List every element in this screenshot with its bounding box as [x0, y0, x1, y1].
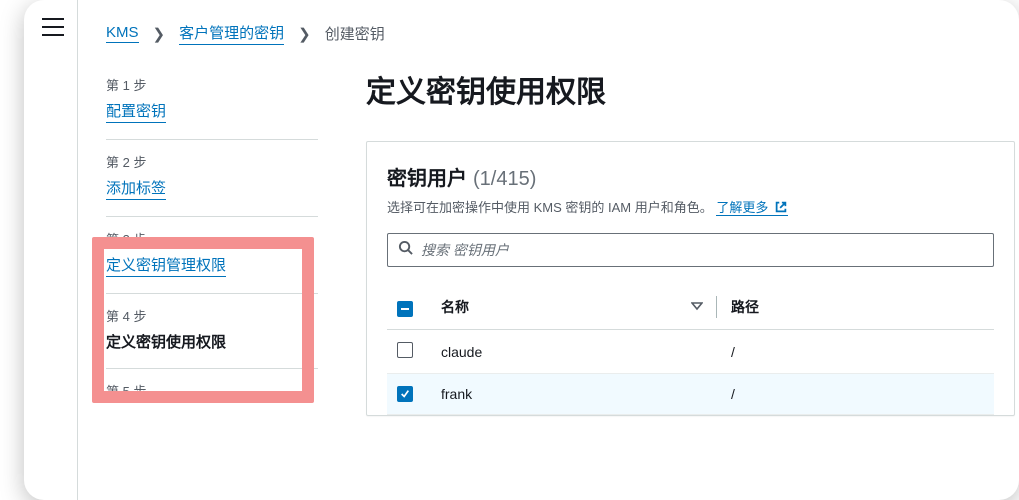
- row-checkbox[interactable]: [397, 342, 413, 358]
- wizard-step-num: 第 4 步: [106, 306, 312, 325]
- column-divider: [716, 296, 717, 318]
- wizard-step-num: 第 5 步: [106, 381, 312, 400]
- panel-count: (1/415): [473, 168, 536, 191]
- table-row[interactable]: claude /: [387, 330, 994, 374]
- column-header-name[interactable]: 名称: [441, 299, 469, 315]
- chevron-right-icon: ❯: [298, 25, 311, 43]
- breadcrumb-root[interactable]: KMS: [106, 24, 139, 43]
- wizard-step-4: 第 4 步 定义密钥使用权限: [106, 294, 318, 369]
- wizard-step-5: 第 5 步: [106, 369, 318, 422]
- main-content: 定义密钥使用权限 密钥用户 (1/415) 选择可在加密操作中使用 KMS 密钥…: [366, 63, 1019, 422]
- wizard-steps: 第 1 步 配置密钥 第 2 步 添加标签 第 3 步 定义密钥管理权限 第 4…: [106, 63, 318, 422]
- breadcrumb-mid[interactable]: 客户管理的密钥: [179, 22, 284, 45]
- panel-title: 密钥用户: [387, 162, 467, 191]
- left-gutter: [24, 0, 78, 500]
- cell-path: /: [721, 374, 994, 415]
- wizard-step-num: 第 2 步: [106, 152, 312, 171]
- sort-icon[interactable]: [691, 299, 703, 315]
- search-icon: [398, 240, 413, 260]
- cell-path: /: [721, 330, 994, 374]
- chevron-right-icon: ❯: [153, 25, 166, 43]
- wizard-step-link-configure-key[interactable]: 配置密钥: [106, 100, 166, 123]
- search-input[interactable]: [421, 242, 983, 258]
- key-users-panel: 密钥用户 (1/415) 选择可在加密操作中使用 KMS 密钥的 IAM 用户和…: [366, 141, 1015, 416]
- wizard-step-3[interactable]: 第 3 步 定义密钥管理权限: [106, 217, 318, 294]
- column-header-path[interactable]: 路径: [731, 299, 759, 315]
- wizard-step-num: 第 3 步: [106, 229, 312, 248]
- key-users-table: 名称 路径: [387, 285, 994, 415]
- row-checkbox[interactable]: [397, 386, 413, 402]
- wizard-step-1[interactable]: 第 1 步 配置密钥: [106, 63, 318, 140]
- learn-more-link[interactable]: 了解更多: [716, 200, 788, 216]
- hamburger-menu-icon[interactable]: [42, 18, 64, 36]
- app-window: KMS ❯ 客户管理的密钥 ❯ 创建密钥 第 1 步 配置密钥 第 2 步 添加…: [24, 0, 1019, 500]
- wizard-step-link-define-admin-perms[interactable]: 定义密钥管理权限: [106, 254, 226, 277]
- cell-name: frank: [431, 374, 721, 415]
- wizard-step-2[interactable]: 第 2 步 添加标签: [106, 140, 318, 217]
- search-box[interactable]: [387, 233, 994, 267]
- wizard-step-current: 定义密钥使用权限: [106, 334, 226, 351]
- cell-name: claude: [431, 330, 721, 374]
- wizard-step-num: 第 1 步: [106, 75, 312, 94]
- select-all-checkbox[interactable]: [397, 301, 413, 317]
- page-title: 定义密钥使用权限: [366, 67, 1015, 111]
- breadcrumb-current: 创建密钥: [325, 23, 385, 44]
- panel-desc-text: 选择可在加密操作中使用 KMS 密钥的 IAM 用户和角色。: [387, 200, 713, 215]
- panel-description: 选择可在加密操作中使用 KMS 密钥的 IAM 用户和角色。 了解更多: [387, 197, 994, 217]
- external-link-icon: [774, 200, 788, 217]
- table-row[interactable]: frank /: [387, 374, 994, 415]
- wizard-step-link-add-tags[interactable]: 添加标签: [106, 177, 166, 200]
- breadcrumb: KMS ❯ 客户管理的密钥 ❯ 创建密钥: [106, 22, 1019, 45]
